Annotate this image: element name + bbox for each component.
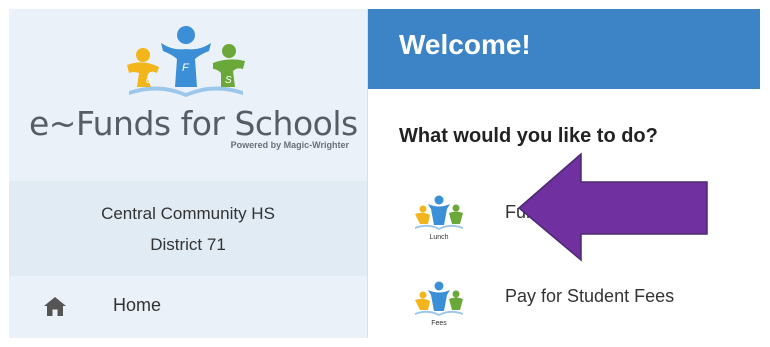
section-heading: What would you like to do?: [399, 125, 658, 147]
brand-name: e~Funds for Schools: [29, 104, 358, 143]
option-caption: Lunch: [429, 234, 449, 241]
sidebar-item-home[interactable]: Home: [9, 276, 367, 338]
district-name: District 71: [150, 235, 226, 254]
callout-arrow-icon: [517, 152, 708, 262]
logo-letter-s: S: [225, 75, 232, 86]
home-icon: [44, 297, 66, 316]
option-fees[interactable]: Fees Pay for Student Fees: [368, 271, 760, 337]
option-caption: Fees: [431, 320, 447, 327]
welcome-header: Welcome!: [368, 9, 760, 89]
page-title: Welcome!: [399, 29, 531, 60]
powered-by: Powered by Magic-Wrighter: [230, 140, 349, 150]
option-label: Pay for Student Fees: [505, 286, 675, 306]
school-info: Central Community HS District 71: [9, 181, 367, 276]
school-name: Central Community HS: [101, 204, 275, 223]
logo-area: e F S e~Funds for Schools Powered by Mag…: [9, 9, 367, 181]
sidebar-item-label: Home: [113, 295, 162, 315]
fees-icon: [415, 281, 463, 316]
logo-letter-e: e: [146, 75, 152, 86]
sidebar: e F S e~Funds for Schools Powered by Mag…: [9, 9, 368, 338]
lunch-icon: [415, 195, 463, 230]
efs-logo: e F S: [127, 26, 245, 97]
